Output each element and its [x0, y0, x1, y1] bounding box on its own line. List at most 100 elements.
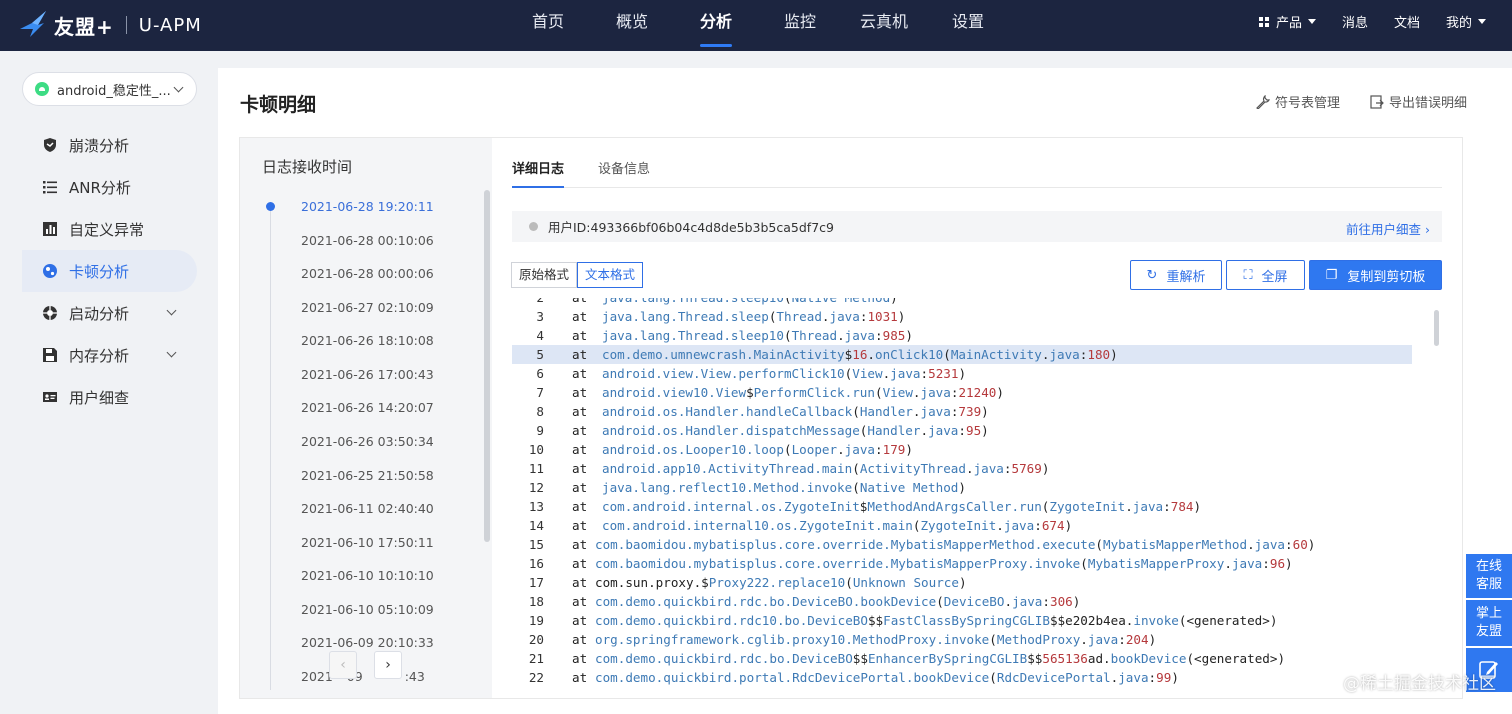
- frame-token: java: [928, 423, 959, 438]
- time-item[interactable]: 2021-06-28 00:00:06: [301, 266, 434, 281]
- frame-token: 306: [1050, 594, 1073, 609]
- messages-link[interactable]: 消息: [1342, 12, 1368, 31]
- docs-link[interactable]: 文档: [1394, 12, 1420, 31]
- fullscreen-button[interactable]: ⛶ 全屏: [1226, 260, 1305, 290]
- frame-token: $: [746, 385, 754, 400]
- timeline-track: [270, 210, 271, 690]
- text-format-button[interactable]: 文本格式: [577, 262, 644, 288]
- tab-detailed-log[interactable]: 详细日志: [512, 156, 565, 188]
- prev-page-button[interactable]: ‹: [329, 651, 357, 679]
- line-number: 9: [536, 423, 544, 438]
- time-item[interactable]: 2021-06-27 02:10:09: [301, 300, 434, 315]
- time-item[interactable]: 2021-06-10 10:10:10: [301, 568, 434, 583]
- stack-line: 6 at android.view.View.performClick10(View…: [512, 364, 1412, 383]
- sidebar-item-stall[interactable]: 卡顿分析: [22, 250, 197, 292]
- export-errors-link[interactable]: 导出错误明细: [1370, 92, 1467, 111]
- online-service-button[interactable]: 在线客服: [1466, 554, 1512, 598]
- frame-token: android.app10.ActivityThread.main: [602, 461, 853, 476]
- stack-line: 3 at java.lang.Thread.sleep(Thread.java:10…: [512, 307, 1412, 326]
- time-item[interactable]: 2021-06-26 18:10:08: [301, 333, 434, 348]
- frame-token: :: [1285, 537, 1293, 552]
- time-item[interactable]: 2021-06-28 19:20:11: [301, 199, 434, 214]
- frame-token: ): [958, 480, 966, 495]
- chevron-down-icon: [173, 82, 184, 93]
- frame-token: ): [1193, 499, 1202, 514]
- frame-token: (: [989, 632, 997, 647]
- line-number: 4: [536, 328, 544, 343]
- timeline-scrollbar[interactable]: [484, 190, 490, 542]
- online-service-label: 在线客服: [1475, 559, 1502, 592]
- sidebar-item-anr[interactable]: ANR分析: [22, 166, 197, 208]
- time-item[interactable]: 2021-06-09 20:10:33: [301, 635, 434, 650]
- time-item[interactable]: 2021-06-28 00:10:06: [301, 233, 434, 248]
- symbol-table-link[interactable]: 符号表管理: [1256, 92, 1340, 111]
- shield-icon: [44, 138, 56, 152]
- time-item[interactable]: 2021-06-26 03:50:34: [301, 434, 434, 449]
- frame-token: $$e202b4ea.: [1049, 613, 1134, 628]
- nav-cloud-device[interactable]: 云真机: [842, 0, 926, 51]
- frame-token: :: [958, 423, 966, 438]
- raw-format-button[interactable]: 原始格式: [511, 262, 578, 288]
- time-item[interactable]: 2021-06-25 21:50:58: [301, 468, 434, 483]
- user-card-icon: [43, 392, 57, 402]
- time-partial-sec: :43: [404, 669, 425, 684]
- export-icon: [1370, 94, 1384, 109]
- log-detail: 详细日志 设备信息 用户ID:493366bf06b04c4d8de5b3b5c…: [492, 138, 1462, 698]
- frame-token: ): [981, 404, 989, 419]
- time-item[interactable]: 2021-06-26 14:20:07: [301, 400, 434, 415]
- frame-token: Unknown Source: [852, 575, 959, 590]
- sidebar-item-custom-exception[interactable]: 自定义异常: [22, 208, 197, 250]
- stack-frame: com.demo.umnewcrash.MainActivity$16.onCl…: [602, 345, 1118, 364]
- sidebar-item-user-lookup[interactable]: 用户细查: [22, 376, 197, 418]
- frame-token: com.demo.quickbird.portal.RdcDevicePorta…: [595, 670, 990, 685]
- products-menu[interactable]: 产品: [1258, 12, 1316, 31]
- nav-home[interactable]: 首页: [506, 0, 590, 51]
- stall-icon: [43, 264, 57, 278]
- nav-monitor[interactable]: 监控: [758, 0, 842, 51]
- sidebar-item-memory[interactable]: 内存分析: [22, 334, 197, 376]
- logo[interactable]: 友盟+ U-APM: [18, 4, 202, 46]
- nav-overview[interactable]: 概览: [590, 0, 674, 51]
- caret-down-icon: [1478, 19, 1486, 24]
- line-number: 12: [528, 480, 544, 495]
- frame-token: MethodAndArgsCaller.run: [867, 499, 1042, 514]
- reparse-button[interactable]: ↻ 重解析: [1130, 260, 1222, 290]
- mobile-umeng-label: 掌上友盟: [1475, 606, 1502, 639]
- frame-token: android.view10.View: [602, 385, 747, 400]
- sidebar-item-crash[interactable]: 崩溃分析: [22, 124, 197, 166]
- nav-settings[interactable]: 设置: [926, 0, 1010, 51]
- stack-frame: com.android.internal.os.ZygoteInit$Metho…: [602, 497, 1201, 516]
- sidebar-item-label: ANR分析: [69, 178, 131, 197]
- line-number: 20: [528, 632, 544, 647]
- line-number: 8: [536, 404, 544, 419]
- at-keyword: at: [572, 309, 588, 324]
- nav-analysis[interactable]: 分析: [674, 0, 758, 51]
- go-user-lookup-link[interactable]: 前往用户细查 ›: [1346, 219, 1430, 238]
- next-page-button[interactable]: ›: [374, 651, 402, 679]
- frame-token: java: [890, 366, 921, 381]
- stack-frame: com.sun.proxy.$Proxy222.replace10(Unknow…: [595, 573, 967, 592]
- frame-token: ): [981, 423, 989, 438]
- time-item[interactable]: 2021-06-26 17:00:43: [301, 367, 434, 382]
- mine-menu[interactable]: 我的: [1446, 12, 1486, 31]
- stack-line: 12 at java.lang.reflect10.Method.invoke(Na…: [512, 478, 1412, 497]
- frame-token: :: [1262, 556, 1270, 571]
- mobile-umeng-button[interactable]: 掌上友盟: [1466, 600, 1512, 646]
- code-scrollbar[interactable]: [1434, 310, 1439, 346]
- sidebar-item-startup[interactable]: 启动分析: [22, 292, 197, 334]
- stack-frame: android.os.Looper10.loop(Looper.java:179…: [602, 440, 913, 459]
- at-keyword: at: [572, 594, 588, 609]
- time-item-partial[interactable]: 2021 09 :43: [301, 669, 425, 684]
- frame-token: Proxy222.replace10: [708, 575, 846, 590]
- app-selector[interactable]: android_稳定性_...: [22, 72, 197, 106]
- time-item[interactable]: 2021-06-10 05:10:09: [301, 602, 434, 617]
- time-item[interactable]: 2021-06-11 02:40:40: [301, 501, 434, 516]
- copy-to-clipboard-button[interactable]: ❐ 复制到剪切板: [1309, 260, 1442, 290]
- tab-device-info[interactable]: 设备信息: [598, 156, 650, 187]
- frame-token: (: [936, 594, 944, 609]
- time-item[interactable]: 2021-06-10 17:50:11: [301, 535, 434, 550]
- frame-token: com.baomidou.mybatisplus.core.override.M…: [595, 537, 1096, 552]
- stack-line: 13 at com.android.internal.os.ZygoteInit$M…: [512, 497, 1412, 516]
- save-icon: [43, 348, 57, 362]
- frame-token: MybatisMapperProxy: [1087, 556, 1225, 571]
